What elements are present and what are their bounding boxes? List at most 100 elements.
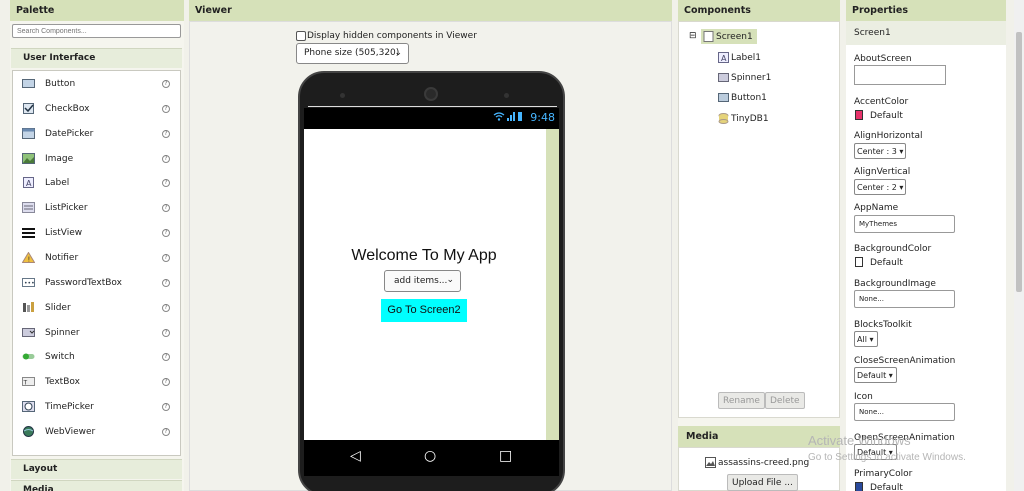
accent-color-value[interactable]: Default [870, 111, 903, 121]
palette-item-textbox[interactable]: T TextBox? [13, 372, 180, 396]
delete-button[interactable]: Delete [765, 392, 805, 409]
primary-color-swatch[interactable] [855, 482, 863, 491]
component-search-input[interactable] [12, 24, 181, 38]
svg-text:A: A [721, 54, 727, 63]
home-icon: ○ [424, 448, 437, 464]
display-hidden-label: Display hidden components in Viewer [307, 31, 477, 41]
camera-icon [340, 93, 345, 98]
properties-list: AboutScreen AccentColor Default AlignHor… [846, 45, 1006, 491]
about-screen-textarea[interactable] [854, 65, 946, 85]
palette-item-passwordtextbox[interactable]: ••• PasswordTextBox? [13, 273, 180, 297]
help-icon[interactable]: ? [162, 154, 170, 163]
help-icon[interactable]: ? [162, 104, 170, 113]
palette-item-spinner[interactable]: Spinner? [13, 323, 180, 347]
help-icon[interactable]: ? [162, 179, 170, 188]
help-icon[interactable]: ? [162, 403, 170, 412]
checkbox-icon [22, 102, 35, 114]
page-scrollbar-thumb[interactable] [1016, 32, 1022, 292]
upload-file-button[interactable]: Upload File ... [727, 474, 798, 491]
palette-item-notifier[interactable]: ! Notifier? [13, 248, 180, 272]
palette-item-listview[interactable]: ListView? [13, 223, 180, 247]
icon-picker[interactable]: None... [854, 403, 955, 421]
prop-icon-label: Icon [854, 392, 873, 402]
prop-close-label: CloseScreenAnimation [854, 356, 956, 366]
image-icon [22, 152, 35, 164]
app-name-input[interactable]: MyThemes [854, 215, 955, 233]
palette-item-slider[interactable]: Slider? [13, 298, 180, 322]
align-vertical-value: Center : 2 [857, 183, 897, 192]
display-hidden-checkbox[interactable] [296, 31, 306, 41]
phone-screen: Welcome To My App add items... ⌄ Go To S… [304, 129, 559, 440]
tree-item-label1[interactable]: A Label1 [718, 52, 761, 63]
palette-panel: Palette User Interface Button?CheckBox?D… [10, 0, 184, 491]
help-icon[interactable]: ? [162, 80, 170, 88]
palette-item-timepicker[interactable]: TimePicker? [13, 397, 180, 421]
palette-item-listpicker[interactable]: ListPicker? [13, 198, 180, 222]
help-icon[interactable]: ? [162, 328, 170, 337]
palette-item-button[interactable]: Button? [13, 74, 180, 98]
palette-item-label: PasswordTextBox [45, 277, 122, 288]
go-to-screen2-button[interactable]: Go To Screen2 [381, 299, 467, 322]
page-scrollbar[interactable] [1014, 0, 1024, 491]
palette-item-image[interactable]: Image? [13, 149, 180, 173]
switch-icon [22, 351, 35, 362]
palette-item-label: TextBox [45, 377, 80, 388]
palette-item-checkbox[interactable]: CheckBox? [13, 99, 180, 123]
items-spinner[interactable]: add items... ⌄ [384, 270, 461, 292]
svg-text:!: ! [28, 255, 31, 263]
background-color-swatch[interactable] [855, 257, 863, 267]
category-layout[interactable]: Layout [11, 459, 182, 479]
background-color-value[interactable]: Default [870, 258, 903, 268]
help-icon[interactable]: ? [162, 378, 170, 387]
palette-item-datepicker[interactable]: DatePicker? [13, 124, 180, 148]
listpicker-icon [22, 202, 35, 214]
properties-title: Properties [846, 0, 1006, 21]
help-icon[interactable]: ? [162, 278, 170, 287]
phone-size-select[interactable]: Phone size (505,320) ⌄ [296, 43, 409, 64]
palette-item-label[interactable]: A Label? [13, 173, 180, 197]
palette-item-label: Slider [45, 302, 71, 313]
palette-item-label: Spinner [45, 327, 80, 338]
phone-size-value: Phone size (505,320) [304, 48, 400, 58]
help-icon[interactable]: ? [162, 427, 170, 436]
blocks-toolkit-dropdown[interactable]: All ▾ [854, 331, 878, 347]
prop-primary-label: PrimaryColor [854, 469, 913, 479]
help-icon[interactable]: ? [162, 253, 170, 262]
help-icon[interactable]: ? [162, 229, 170, 238]
media-file-name: assassins-creed.png [718, 457, 810, 468]
display-hidden-checkbox-row[interactable]: Display hidden components in Viewer [296, 31, 477, 41]
help-icon[interactable]: ? [162, 303, 170, 312]
svg-text:•••: ••• [24, 280, 35, 287]
help-icon[interactable]: ? [162, 129, 170, 138]
media-file-item[interactable]: assassins-creed.png [705, 457, 809, 468]
tree-item-button1[interactable]: Button1 [718, 92, 767, 103]
background-image-picker[interactable]: None... [854, 290, 955, 308]
tree-item-screen1[interactable]: Screen1 [701, 29, 757, 44]
help-icon[interactable]: ? [162, 353, 170, 362]
primary-color-value[interactable]: Default [870, 483, 903, 491]
align-vertical-dropdown[interactable]: Center : 2 ▾ [854, 179, 906, 195]
rename-button[interactable]: Rename [718, 392, 765, 409]
category-media[interactable]: Media [11, 480, 182, 491]
palette-item-switch[interactable]: Switch? [13, 347, 180, 371]
palette-item-label: DatePicker [45, 128, 94, 139]
accent-color-swatch[interactable] [855, 110, 863, 120]
tree-item-spinner1[interactable]: Spinner1 [718, 72, 771, 83]
notifier-icon: ! [21, 251, 36, 263]
palette-item-label: Button [45, 79, 76, 89]
screen-scrollbar[interactable] [546, 129, 559, 440]
prop-about-label: AboutScreen [854, 54, 912, 64]
category-user-interface[interactable]: User Interface [11, 48, 182, 68]
tree-item-tinydb1[interactable]: TinyDB1 [718, 113, 769, 124]
datepicker-icon [22, 127, 35, 139]
image-file-icon [705, 457, 716, 468]
spinner-text: add items... [394, 276, 448, 286]
spinner-icon [718, 72, 729, 83]
close-animation-dropdown[interactable]: Default ▾ [854, 367, 897, 383]
palette-item-label: WebViewer [45, 426, 96, 437]
collapse-icon[interactable]: ⊟ [689, 31, 697, 41]
align-horizontal-dropdown[interactable]: Center : 3 ▾ [854, 143, 906, 159]
palette-item-webviewer[interactable]: WebViewer? [13, 422, 180, 446]
welcome-label[interactable]: Welcome To My App [304, 247, 544, 265]
help-icon[interactable]: ? [162, 204, 170, 213]
